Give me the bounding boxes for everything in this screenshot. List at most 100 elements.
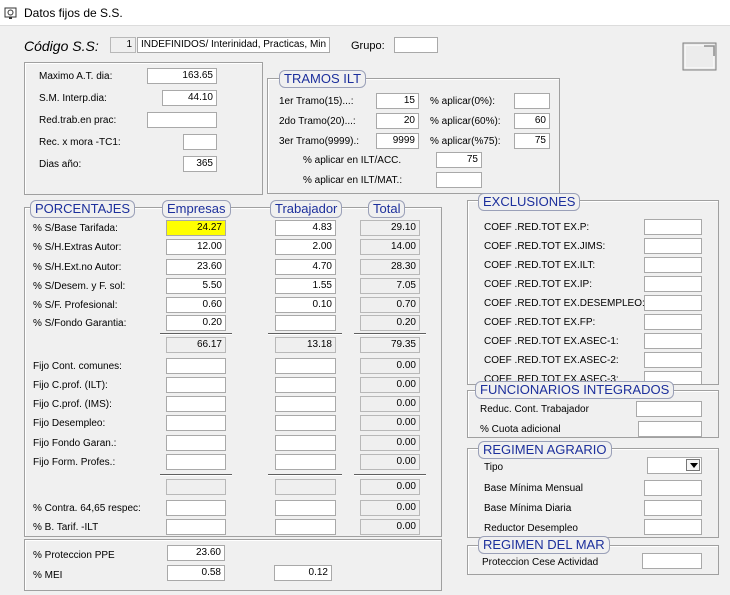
exclusion-field[interactable] [644, 276, 702, 292]
exclusion-field[interactable] [644, 238, 702, 254]
reductor-desempleo-field[interactable] [644, 519, 702, 535]
divider [354, 474, 426, 476]
pct-hextras-total-field: 14.00 [360, 239, 420, 255]
base-diaria-label: Base Mínima Diaria [484, 503, 572, 514]
base-diaria-field[interactable] [644, 500, 702, 516]
exclusion-label: COEF .RED.TOT EX.ASEC-2: [484, 355, 619, 366]
fijo-fprofes-empresas-field[interactable] [166, 454, 226, 470]
codigo-number-field[interactable]: 1 [110, 37, 136, 53]
pct-hextno-trabajador-field[interactable]: 4.70 [275, 259, 336, 275]
fijo-desempleo-trabajador-field[interactable] [275, 415, 336, 431]
reduc-cont-field[interactable] [636, 401, 702, 417]
exclusion-field[interactable] [644, 352, 702, 368]
maximo-at-label: Maximo A.T. dia: [39, 71, 113, 82]
pct-hextras-trabajador-field[interactable]: 2.00 [275, 239, 336, 255]
agrario-panel: Tipo Base Mínima Mensual Base Mínima Dia… [467, 448, 719, 538]
tramo2-field[interactable]: 20 [376, 113, 419, 129]
fijo-ilt-trabajador-field[interactable] [275, 377, 336, 393]
exclusion-label: COEF .RED.TOT EX.IP: [484, 279, 592, 290]
sm-interp-field[interactable]: 44.10 [162, 90, 217, 106]
ppe-mei-panel: % Proteccion PPE 23.60 % MEI 0.58 0.12 [24, 539, 442, 591]
fijo-row-label: Fijo Fondo Garan.: [33, 438, 117, 449]
dias-ano-field[interactable]: 365 [183, 156, 217, 172]
fijo-comunes-trabajador-field[interactable] [275, 358, 336, 374]
window-tile-icon[interactable] [682, 42, 718, 72]
rec-mora-field[interactable] [183, 134, 217, 150]
chevron-down-icon[interactable] [686, 459, 700, 471]
base-mensual-field[interactable] [644, 480, 702, 496]
aplicar2-field[interactable]: 60 [514, 113, 550, 129]
fijo-total-empresas-field [166, 479, 226, 495]
tramos-ilt-header: TRAMOS ILT [279, 70, 367, 88]
trabajador-column-header: Trabajador [270, 200, 343, 218]
pct-desem-trabajador-field[interactable]: 1.55 [275, 278, 336, 294]
fijo-ims-empresas-field[interactable] [166, 396, 226, 412]
contra-empresas-field[interactable] [166, 500, 226, 516]
pct-desem-total-field: 7.05 [360, 278, 420, 294]
cuota-adicional-field[interactable] [638, 421, 702, 437]
pct-base-trabajador-field[interactable]: 4.83 [275, 220, 336, 236]
pct-row-label: % S/Base Tarifada: [33, 223, 118, 234]
extra-row-label: % Contra. 64,65 respec: [33, 503, 141, 514]
cuota-adicional-label: % Cuota adicional [480, 424, 561, 435]
fijo-row-label: Fijo C.prof. (ILT): [33, 380, 108, 391]
aplicar1-label: % aplicar(0%): [430, 96, 496, 107]
btarif-empresas-field[interactable] [166, 519, 226, 535]
fijo-comunes-empresas-field[interactable] [166, 358, 226, 374]
exclusion-field[interactable] [644, 314, 702, 330]
aplicar3-field[interactable]: 75 [514, 133, 550, 149]
pct-hextno-empresas-field[interactable]: 23.60 [166, 259, 226, 275]
tramo3-label: 3er Tramo(9999).: [279, 136, 360, 147]
tramo1-field[interactable]: 15 [376, 93, 419, 109]
fijo-fgaran-empresas-field[interactable] [166, 435, 226, 451]
proteccion-cese-field[interactable] [642, 553, 702, 569]
extra-row-label: % B. Tarif. -ILT [33, 522, 99, 533]
empresas-column-header: Empresas [162, 200, 231, 218]
reduc-cont-label: Reduc. Cont. Trabajador [480, 404, 589, 415]
btarif-trabajador-field[interactable] [275, 519, 336, 535]
pct-base-empresas-field[interactable]: 24.27 [166, 220, 226, 236]
exclusion-field[interactable] [644, 333, 702, 349]
mar-header: REGIMEN DEL MAR [478, 536, 610, 554]
pct-desem-empresas-field[interactable]: 5.50 [166, 278, 226, 294]
exclusion-field[interactable] [644, 295, 702, 311]
fijo-fprofes-trabajador-field[interactable] [275, 454, 336, 470]
pct-hextras-empresas-field[interactable]: 12.00 [166, 239, 226, 255]
funcionarios-header: FUNCIONARIOS INTEGRADOS [475, 381, 675, 399]
porcentajes-header: PORCENTAJES [30, 200, 136, 218]
grupo-label: Grupo: [351, 40, 385, 52]
sm-interp-label: S.M. Interp.dia: [39, 93, 107, 104]
ppe-field[interactable]: 23.60 [167, 545, 225, 561]
contra-total-field: 0.00 [360, 500, 420, 516]
pct-fgar-trabajador-field[interactable] [275, 315, 336, 331]
maximo-at-field[interactable]: 163.65 [147, 68, 217, 84]
pct-fprof-empresas-field[interactable]: 0.60 [166, 297, 226, 313]
tramos-ilt-panel: 1er Tramo(15)...: 15 % aplicar(0%): 2do … [267, 78, 560, 194]
fijo-ilt-empresas-field[interactable] [166, 377, 226, 393]
dias-ano-label: Dias año: [39, 159, 82, 170]
red-trab-field[interactable] [147, 112, 217, 128]
fijo-fgaran-trabajador-field[interactable] [275, 435, 336, 451]
tramo1-label: 1er Tramo(15)...: [279, 96, 354, 107]
grupo-field[interactable] [394, 37, 438, 53]
pct-base-total-field: 29.10 [360, 220, 420, 236]
aplicar1-field[interactable] [514, 93, 550, 109]
exclusion-field[interactable] [644, 219, 702, 235]
fijo-desempleo-empresas-field[interactable] [166, 415, 226, 431]
ilt-mat-field[interactable] [436, 172, 482, 188]
exclusion-field[interactable] [644, 257, 702, 273]
pct-fgar-empresas-field[interactable]: 0.20 [166, 315, 226, 331]
fijo-ims-trabajador-field[interactable] [275, 396, 336, 412]
divider [268, 474, 342, 476]
tramo3-field[interactable]: 9999 [376, 133, 419, 149]
codigo-description-field[interactable]: INDEFINIDOS/ Interinidad, Practicas, Min [137, 37, 330, 53]
ppe-label: % Proteccion PPE [33, 550, 115, 561]
tipo-select[interactable] [647, 457, 702, 474]
mei-trabajador-field[interactable]: 0.12 [274, 565, 332, 581]
mei-empresas-field[interactable]: 0.58 [167, 565, 225, 581]
pct-fprof-trabajador-field[interactable]: 0.10 [275, 297, 336, 313]
pct-row-label: % S/F. Profesional: [33, 300, 118, 311]
ilt-acc-field[interactable]: 75 [436, 152, 482, 168]
contra-trabajador-field[interactable] [275, 500, 336, 516]
fijo-ims-total-field: 0.00 [360, 396, 420, 412]
